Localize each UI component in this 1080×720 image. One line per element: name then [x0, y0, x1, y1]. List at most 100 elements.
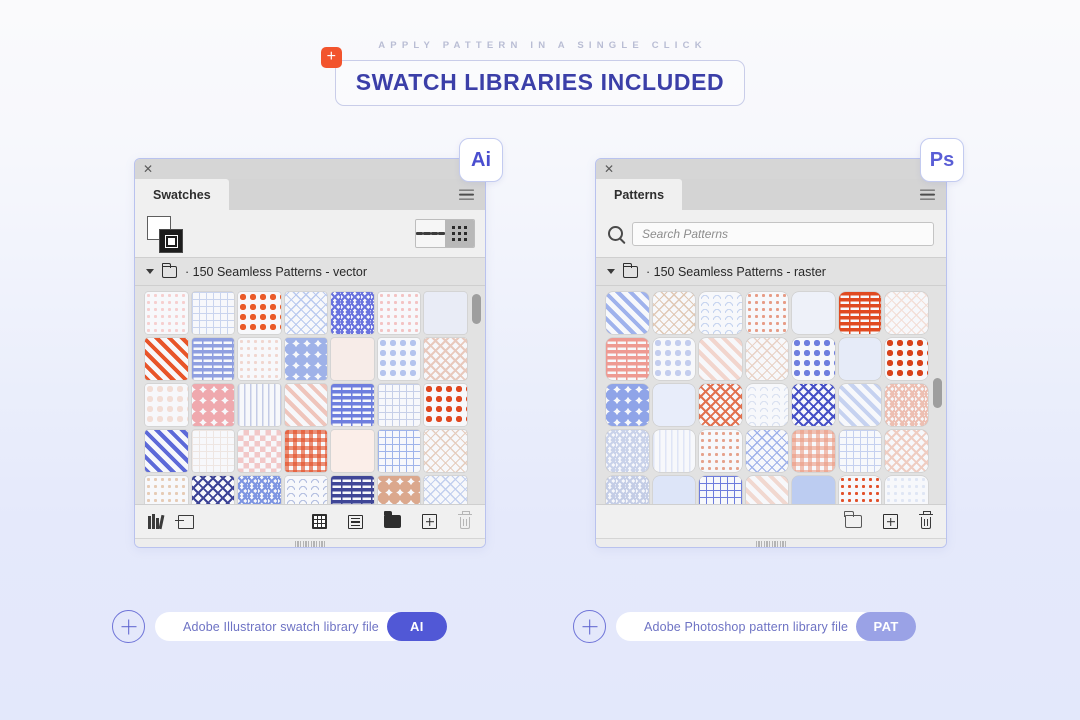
swatch-tile[interactable] [745, 338, 789, 380]
swatch-tile[interactable] [699, 292, 742, 334]
swatch-tile[interactable] [377, 292, 421, 334]
list-view-icon[interactable] [416, 220, 445, 247]
swatch-tile[interactable] [145, 384, 188, 426]
swatch-tile[interactable] [745, 430, 789, 472]
tab-swatches[interactable]: Swatches [135, 179, 229, 210]
swatch-tile[interactable] [606, 338, 649, 380]
scrollbar-photoshop[interactable] [933, 290, 942, 500]
swatch-tile[interactable] [745, 292, 789, 334]
swatch-tile[interactable] [792, 338, 835, 380]
swatch-tile[interactable] [424, 430, 467, 472]
fill-stroke-icon[interactable] [147, 216, 187, 254]
swatch-tile[interactable] [745, 476, 789, 504]
show-swatch-kinds-icon[interactable] [174, 514, 194, 529]
swatch-tile[interactable] [838, 384, 882, 426]
swatch-tile[interactable] [838, 338, 882, 380]
swatch-tile[interactable] [606, 384, 649, 426]
swatch-tile[interactable] [652, 338, 696, 380]
swatch-tile[interactable] [792, 430, 835, 472]
swatch-tile[interactable] [331, 338, 374, 380]
swatch-tile[interactable] [331, 476, 374, 504]
swatch-tile[interactable] [652, 430, 696, 472]
swatch-tile[interactable] [606, 476, 649, 504]
list-options-icon[interactable] [348, 514, 363, 529]
swatch-tile[interactable] [606, 430, 649, 472]
swatch-tile[interactable] [284, 430, 328, 472]
swatch-tile[interactable] [424, 292, 467, 334]
swatch-tile[interactable] [792, 292, 835, 334]
panel-resize-grip-photoshop[interactable] [596, 538, 946, 547]
swatch-tile[interactable] [424, 476, 467, 504]
swatch-tile[interactable] [191, 476, 235, 504]
swatch-tile[interactable] [238, 292, 281, 334]
chevron-down-icon[interactable] [607, 269, 615, 274]
swatch-options-icon[interactable] [312, 514, 327, 529]
close-icon[interactable]: ✕ [604, 163, 614, 175]
swatch-tile[interactable] [885, 430, 928, 472]
swatch-tile[interactable] [652, 384, 696, 426]
swatch-tile[interactable] [424, 384, 467, 426]
swatch-tile[interactable] [606, 292, 649, 334]
swatch-tile[interactable] [238, 384, 281, 426]
swatch-tile[interactable] [238, 476, 281, 504]
close-icon[interactable]: ✕ [143, 163, 153, 175]
swatch-tile[interactable] [424, 338, 467, 380]
swatch-tile[interactable] [885, 476, 928, 504]
swatch-tile[interactable] [284, 292, 328, 334]
folder-row-illustrator[interactable]: · 150 Seamless Patterns - vector [135, 257, 485, 286]
swatch-tile[interactable] [699, 476, 742, 504]
delete-swatch-icon[interactable] [458, 511, 472, 530]
swatch-tile[interactable] [838, 292, 882, 334]
swatch-tile[interactable] [284, 476, 328, 504]
swatch-tile[interactable] [838, 430, 882, 472]
scrollbar-illustrator[interactable] [472, 290, 481, 500]
swatch-tile[interactable] [191, 338, 235, 380]
swatch-tile[interactable] [699, 338, 742, 380]
circle-plus-icon[interactable] [112, 610, 145, 643]
swatch-tile[interactable] [745, 384, 789, 426]
swatch-tile[interactable] [284, 384, 328, 426]
new-color-group-icon[interactable] [384, 511, 401, 528]
swatch-tile[interactable] [792, 476, 835, 504]
swatch-tile[interactable] [191, 384, 235, 426]
grid-view-icon[interactable] [445, 220, 474, 247]
swatch-tile[interactable] [838, 476, 882, 504]
swatch-tile[interactable] [377, 338, 421, 380]
swatch-tile[interactable] [699, 384, 742, 426]
delete-pattern-icon[interactable] [919, 511, 933, 530]
new-pattern-icon[interactable] [883, 514, 898, 529]
swatch-tile[interactable] [377, 476, 421, 504]
panel-resize-grip-illustrator[interactable] [135, 538, 485, 547]
folder-row-photoshop[interactable]: · 150 Seamless Patterns - raster [596, 257, 946, 286]
chevron-down-icon[interactable] [146, 269, 154, 274]
swatch-tile[interactable] [238, 430, 281, 472]
panel-menu-icon[interactable] [459, 186, 474, 203]
swatch-tile[interactable] [652, 292, 696, 334]
scrollbar-thumb[interactable] [472, 294, 481, 325]
swatch-tile[interactable] [885, 292, 928, 334]
swatch-tile[interactable] [331, 430, 374, 472]
swatch-tile[interactable] [699, 430, 742, 472]
swatch-tile[interactable] [145, 430, 188, 472]
swatch-tile[interactable] [145, 292, 188, 334]
swatch-tile[interactable] [145, 476, 188, 504]
new-swatch-icon[interactable] [422, 514, 437, 529]
swatch-tile[interactable] [377, 430, 421, 472]
swatch-tile[interactable] [284, 338, 328, 380]
circle-plus-icon[interactable] [573, 610, 606, 643]
swatch-tile[interactable] [238, 338, 281, 380]
swatch-tile[interactable] [377, 384, 421, 426]
swatch-tile[interactable] [885, 338, 928, 380]
swatch-tile[interactable] [191, 292, 235, 334]
swatch-tile[interactable] [885, 384, 928, 426]
fill-swatch[interactable] [159, 229, 183, 253]
swatch-tile[interactable] [652, 476, 696, 504]
swatch-tile[interactable] [145, 338, 188, 380]
new-group-icon[interactable] [844, 511, 862, 528]
tab-patterns[interactable]: Patterns [596, 179, 683, 210]
search-input[interactable]: Search Patterns [632, 221, 934, 246]
swatch-tile[interactable] [331, 384, 374, 426]
panel-menu-icon[interactable] [920, 186, 935, 203]
scrollbar-thumb[interactable] [933, 378, 942, 409]
swatch-tile[interactable] [792, 384, 835, 426]
